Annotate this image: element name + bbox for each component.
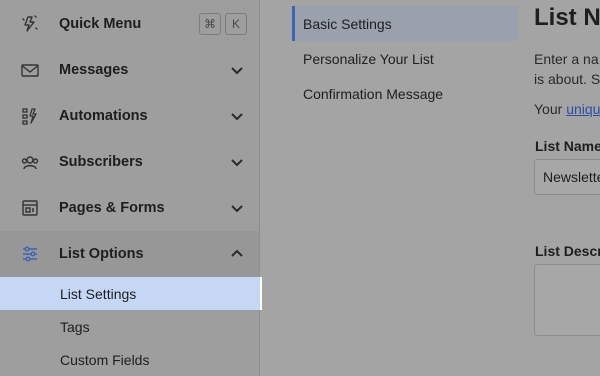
list-name-label: List Name [535,138,600,154]
unique-id-link[interactable]: uniqu [566,101,600,117]
chevron-down-icon [230,63,244,77]
sidebar-item-label: Quick Menu [59,16,142,32]
page-title: List N [534,4,600,31]
sidebar-item-label: Automations [59,108,148,124]
sidebar-item-subscribers[interactable]: Subscribers [0,139,259,185]
description-line: Enter a na [534,51,599,67]
unique-id-prefix: Your [534,101,567,117]
tab-confirmation-message[interactable]: Confirmation Message [292,76,518,111]
list-description-label: List Descr [535,243,600,259]
chevron-down-icon [230,201,244,215]
pages-forms-icon [20,198,40,218]
sidebar-item-label: Subscribers [59,154,143,170]
chevron-down-icon [230,109,244,123]
sidebar-item-label: List Options [59,246,144,262]
sidebar-item-quick-menu[interactable]: Quick Menu ⌘ K [0,1,259,47]
list-name-input[interactable] [534,159,600,195]
unique-id-line: Your uniqu [534,101,600,117]
sidebar-subitem-list-settings[interactable]: List Settings [0,277,262,310]
k-key-hint: K [225,13,247,35]
sidebar-item-messages[interactable]: Messages [0,47,259,93]
description-line: is about. S [534,71,600,87]
chevron-down-icon [230,155,244,169]
tab-personalize-your-list[interactable]: Personalize Your List [292,41,518,76]
command-key-hint: ⌘ [199,13,221,35]
sidebar-item-label: Pages & Forms [59,200,165,216]
chevron-up-icon [230,247,244,261]
sliders-icon [20,244,40,264]
sidebar-item-list-options[interactable]: List Options [0,231,259,277]
sidebar-item-pages-forms[interactable]: Pages & Forms [0,185,259,231]
sidebar-subitem-tags[interactable]: Tags [0,310,259,343]
quick-menu-icon [20,14,40,34]
sidebar-item-automations[interactable]: Automations [0,93,259,139]
automation-icon [20,106,40,126]
sidebar: Quick Menu ⌘ K Messages Automations Subs… [0,0,262,376]
subscribers-icon [20,152,40,172]
main-content: List N Enter a na is about. S Your uniqu… [534,0,600,376]
envelope-icon [20,60,40,80]
list-description-textarea[interactable] [534,264,600,336]
tab-basic-settings[interactable]: Basic Settings [292,6,518,41]
sidebar-subitem-custom-fields[interactable]: Custom Fields [0,343,259,376]
sidebar-item-label: Messages [59,62,129,78]
